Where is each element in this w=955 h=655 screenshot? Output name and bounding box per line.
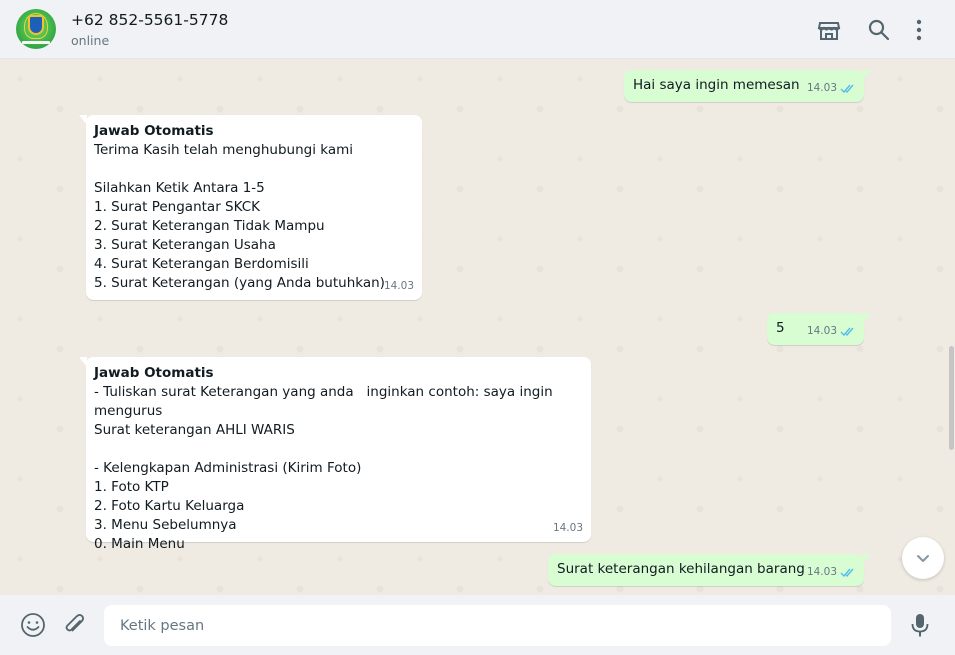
microphone-icon[interactable] [906, 611, 934, 639]
message-incoming[interactable]: Jawab Otomatis - Tuliskan surat Keterang… [79, 357, 591, 552]
chat-header: +62 852-5561-5778 online [0, 0, 955, 59]
composer-bar [0, 595, 955, 655]
chat-area[interactable]: Hai saya ingin memesan 14.03 Jawab Otoma… [0, 59, 955, 595]
message-time: 14.03 [806, 566, 837, 578]
message-outgoing[interactable]: 5 14.03 [767, 313, 871, 345]
chat-scrollbar[interactable] [949, 346, 954, 450]
contact-status: online [71, 33, 110, 48]
bubble-tail [79, 115, 87, 125]
message-text: 5 [776, 320, 785, 336]
search-icon[interactable] [866, 17, 892, 43]
message-text: Terima Kasih telah menghubungi kami Sila… [94, 142, 385, 291]
contact-name[interactable]: +62 852-5561-5778 [71, 11, 228, 29]
message-meta: 14.03 [384, 277, 414, 296]
message-meta: 14.03 [807, 79, 856, 98]
message-incoming[interactable]: Jawab Otomatis Terima Kasih telah menghu… [79, 115, 422, 300]
bubble-tail [863, 554, 871, 564]
message-text: - Tuliskan surat Keterangan yang anda in… [94, 384, 553, 552]
menu-icon[interactable] [906, 17, 932, 43]
double-check-icon [840, 83, 856, 94]
message-meta: 14.03 [807, 563, 856, 582]
attach-icon[interactable] [60, 611, 88, 639]
bubble-tail [863, 70, 871, 80]
chevron-down-icon [917, 555, 929, 562]
message-meta: 14.03 [553, 519, 583, 538]
message-input-box[interactable] [104, 605, 891, 646]
message-text: Surat keterangan kehilangan barang [557, 561, 805, 577]
message-time: 14.03 [806, 325, 837, 337]
logo-banner [22, 41, 50, 44]
logo-shield-icon [28, 15, 44, 35]
double-check-icon [840, 326, 856, 337]
message-time: 14.03 [383, 280, 414, 292]
contact-avatar[interactable] [16, 9, 56, 49]
scroll-down-button[interactable] [902, 537, 944, 579]
message-input[interactable] [104, 605, 891, 646]
double-check-icon [840, 567, 856, 578]
message-meta: 14.03 [807, 322, 856, 341]
message-text: Hai saya ingin memesan [633, 77, 800, 93]
message-title: Jawab Otomatis [94, 123, 214, 139]
emoji-icon[interactable] [19, 611, 47, 639]
bubble-tail [863, 313, 871, 323]
message-time: 14.03 [552, 522, 583, 534]
message-outgoing[interactable]: Surat keterangan kehilangan barang 14.03 [548, 554, 871, 586]
message-title: Jawab Otomatis [94, 365, 214, 381]
store-icon[interactable] [816, 17, 842, 43]
message-outgoing[interactable]: Hai saya ingin memesan 14.03 [624, 70, 871, 102]
bubble-tail [79, 357, 87, 367]
message-time: 14.03 [806, 82, 837, 94]
